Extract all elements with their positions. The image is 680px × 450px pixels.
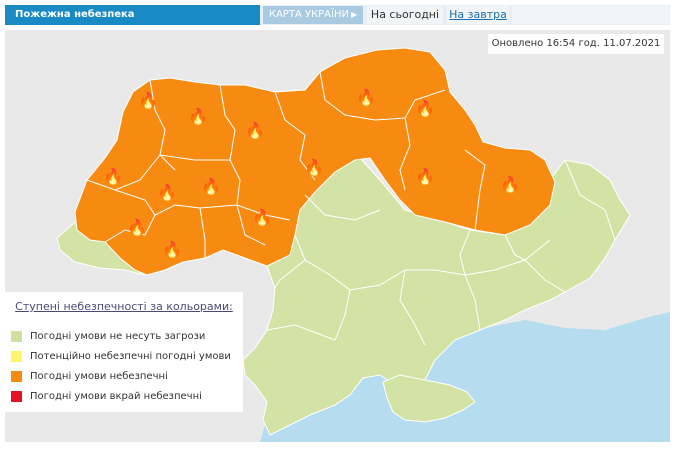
legend-label: Погодні умови небезпечні (30, 371, 168, 382)
fire-icon: 🔥 (138, 91, 158, 110)
legend-panel: Ступені небезпечності за кольорами: Пого… (5, 292, 243, 412)
legend-title: Ступені небезпечності за кольорами: (15, 300, 233, 313)
legend-swatch (11, 330, 22, 342)
fire-icon: 🔥 (188, 107, 208, 126)
legend-swatch (11, 350, 22, 362)
fire-icon: 🔥 (127, 218, 147, 237)
legend-label: Потенційно небезпечні погодні умови (30, 351, 231, 362)
legend-label: Погодні умови не несуть загрози (30, 331, 206, 342)
tab-map-ukraine-label: КАРТА УКРАЇНИ (268, 9, 349, 20)
caret-right-icon: ▶ (350, 10, 358, 19)
fire-icon: 🔥 (103, 167, 123, 186)
page-title: Пожежна небезпека (5, 5, 260, 25)
top-tab-bar: Пожежна небезпека КАРТА УКРАЇНИ ▶ На сьог… (5, 5, 670, 25)
fire-icon: 🔥 (500, 175, 520, 194)
tab-tomorrow[interactable]: На завтра (447, 6, 509, 24)
legend-item: Погодні умови вкрай небезпечні (11, 390, 202, 404)
fire-icon: 🔥 (415, 99, 435, 118)
legend-item: Потенційно небезпечні погодні умови (11, 350, 231, 364)
fire-icon: 🔥 (245, 121, 265, 140)
legend-swatch (11, 390, 22, 402)
tab-bar-filler (512, 6, 669, 24)
fire-icon: 🔥 (252, 208, 272, 227)
legend-swatch (11, 370, 22, 382)
legend-item: Погодні умови не несуть загрози (11, 330, 205, 344)
tab-map-ukraine[interactable]: КАРТА УКРАЇНИ ▶ (263, 6, 363, 24)
fire-icon: 🔥 (356, 88, 376, 107)
fire-icon: 🔥 (304, 158, 324, 177)
fire-icon: 🔥 (157, 183, 177, 202)
fire-icon: 🔥 (162, 240, 182, 259)
legend-label: Погодні умови вкрай небезпечні (30, 391, 202, 402)
fire-icon: 🔥 (201, 177, 221, 196)
fire-icon: 🔥 (415, 167, 435, 186)
map-panel: 🔥 🔥 🔥 🔥 🔥 🔥 🔥 🔥 🔥 🔥 🔥 🔥 🔥 🔥 Оновлено 16:… (5, 30, 670, 442)
legend-item: Погодні умови небезпечні (11, 370, 168, 384)
tab-today[interactable]: На сьогодні (367, 6, 443, 24)
updated-timestamp: Оновлено 16:54 год. 11.07.2021 (488, 34, 664, 54)
